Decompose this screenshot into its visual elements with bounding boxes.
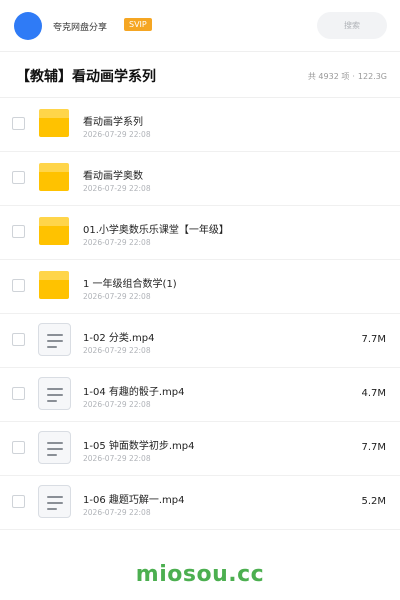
item-name: 1-02 分类.mp4	[83, 333, 155, 344]
item-date: 2026-07-29 22:08	[83, 454, 151, 463]
item-name: 1-06 趣题巧解一.mp4	[83, 495, 185, 506]
item-name: 1-04 有趣的骰子.mp4	[83, 387, 185, 398]
item-date: 2026-07-29 22:08	[83, 238, 151, 247]
search-input[interactable]: 搜索	[317, 12, 387, 39]
checkbox[interactable]	[12, 225, 25, 238]
item-name: 1 一年级组合数学(1)	[83, 279, 177, 290]
username: 夸克网盘分享	[53, 23, 108, 33]
list-item[interactable]: 1 一年级组合数学(1) 2026-07-29 22:08	[0, 260, 400, 314]
item-date: 2026-07-29 22:08	[83, 346, 151, 355]
folder-icon	[39, 271, 69, 299]
folder-icon	[39, 217, 69, 245]
item-name: 1-05 钟面数学初步.mp4	[83, 441, 195, 452]
document-icon	[38, 485, 71, 518]
avatar[interactable]	[14, 12, 42, 40]
checkbox[interactable]	[12, 441, 25, 454]
list-item[interactable]: 1-02 分类.mp4 2026-07-29 22:08 7.7M	[0, 314, 400, 368]
item-size: 7.7M	[361, 334, 386, 345]
item-name: 01.小学奥数乐乐课堂【一年级】	[83, 225, 229, 236]
document-icon	[38, 377, 71, 410]
watermark: miosou.cc	[135, 562, 265, 587]
checkbox[interactable]	[12, 117, 25, 130]
total-size: 122.3G	[357, 72, 387, 81]
checkbox[interactable]	[12, 495, 25, 508]
item-name: 看动画学系列	[83, 117, 143, 128]
item-size: 7.7M	[361, 442, 386, 453]
folder-icon	[39, 109, 69, 137]
svip-badge: SVIP	[124, 18, 152, 31]
item-size: 4.7M	[361, 388, 386, 399]
document-icon	[38, 323, 71, 356]
checkbox[interactable]	[12, 333, 25, 346]
item-date: 2026-07-29 22:08	[83, 508, 151, 517]
document-icon	[38, 431, 71, 464]
page-title: 【教辅】看动画学系列	[16, 69, 156, 85]
item-count: 共 4932 项	[307, 72, 350, 81]
item-date: 2026-07-29 22:08	[83, 292, 151, 301]
list-item[interactable]: 看动画学系列 2026-07-29 22:08	[0, 98, 400, 152]
item-date: 2026-07-29 22:08	[83, 184, 151, 193]
list-item[interactable]: 1-05 钟面数学初步.mp4 2026-07-29 22:08 7.7M	[0, 422, 400, 476]
top-bar: 夸克网盘分享 SVIP 搜索	[0, 0, 400, 52]
folder-header: 【教辅】看动画学系列 共 4932 项 · 122.3G	[0, 52, 400, 98]
item-date: 2026-07-29 22:08	[83, 130, 151, 139]
folder-icon	[39, 163, 69, 191]
item-date: 2026-07-29 22:08	[83, 400, 151, 409]
file-list: 看动画学系列 2026-07-29 22:08 看动画学奥数 2026-07-2…	[0, 98, 400, 530]
item-name: 看动画学奥数	[83, 171, 143, 182]
list-item[interactable]: 01.小学奥数乐乐课堂【一年级】 2026-07-29 22:08	[0, 206, 400, 260]
checkbox[interactable]	[12, 387, 25, 400]
list-item[interactable]: 1-04 有趣的骰子.mp4 2026-07-29 22:08 4.7M	[0, 368, 400, 422]
folder-summary: 共 4932 项 · 122.3G	[308, 71, 387, 82]
checkbox[interactable]	[12, 171, 25, 184]
list-item[interactable]: 看动画学奥数 2026-07-29 22:08	[0, 152, 400, 206]
item-size: 5.2M	[361, 496, 386, 507]
list-item[interactable]: 1-06 趣题巧解一.mp4 2026-07-29 22:08 5.2M	[0, 476, 400, 530]
checkbox[interactable]	[12, 279, 25, 292]
summary-separator: ·	[352, 72, 355, 81]
